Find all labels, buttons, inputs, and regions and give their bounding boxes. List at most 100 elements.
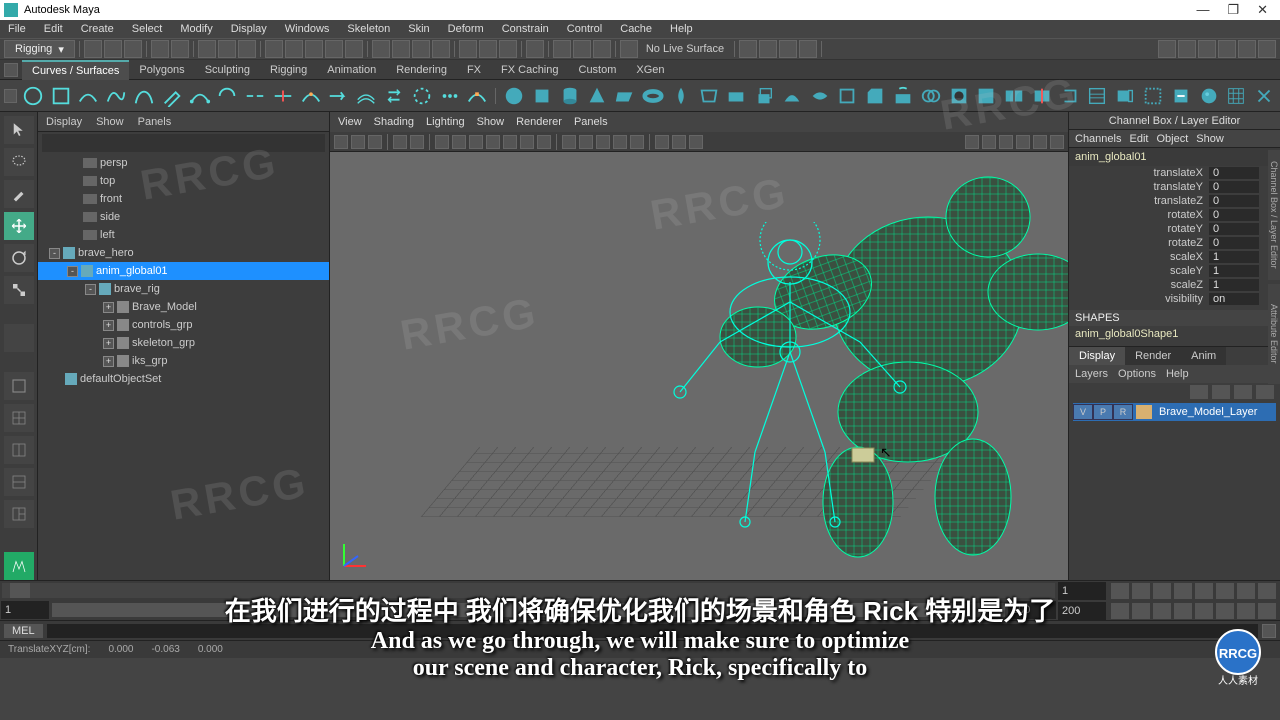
- attr-value-input[interactable]: 0: [1209, 237, 1259, 249]
- sym-y-icon[interactable]: [779, 40, 797, 58]
- step-forward-key-icon[interactable]: [1237, 583, 1255, 599]
- attr-label[interactable]: visibility: [1069, 293, 1209, 305]
- layer-playback-toggle[interactable]: P: [1093, 404, 1113, 420]
- layer-name-label[interactable]: Brave_Model_Layer: [1155, 406, 1257, 418]
- outliner-search-input[interactable]: [42, 134, 325, 152]
- vp-safe-title-icon[interactable]: [537, 135, 551, 149]
- input-icon[interactable]: [392, 40, 410, 58]
- step-forward-icon[interactable]: [1216, 583, 1234, 599]
- maximize-button[interactable]: ❐: [1227, 2, 1239, 18]
- vp-exposure-icon[interactable]: [965, 135, 979, 149]
- outliner-item[interactable]: top: [38, 172, 329, 190]
- attr-label[interactable]: rotateY: [1069, 223, 1209, 235]
- expand-toggle-icon[interactable]: +: [103, 356, 114, 367]
- outliner-item[interactable]: front: [38, 190, 329, 208]
- open-scene-icon[interactable]: [104, 40, 122, 58]
- lasso-tool[interactable]: [4, 148, 34, 176]
- outliner-item[interactable]: -brave_hero: [38, 244, 329, 262]
- menu-modify[interactable]: Modify: [176, 23, 216, 35]
- layer-move-down-icon[interactable]: [1212, 385, 1230, 399]
- mel-label[interactable]: MEL: [4, 624, 43, 638]
- vp-gamma-icon[interactable]: [982, 135, 996, 149]
- attr-label[interactable]: scaleX: [1069, 251, 1209, 263]
- set-key-icon[interactable]: [1153, 603, 1171, 619]
- panel-layout-icon[interactable]: [1158, 40, 1176, 58]
- sym-x-icon[interactable]: [759, 40, 777, 58]
- vp-wireframe-icon[interactable]: [562, 135, 576, 149]
- vp-select-cam-icon[interactable]: [334, 135, 348, 149]
- attr-label[interactable]: translateY: [1069, 181, 1209, 193]
- step-back-icon[interactable]: [1153, 583, 1171, 599]
- vp-field-chart-icon[interactable]: [503, 135, 517, 149]
- outliner-menu-show[interactable]: Show: [96, 116, 124, 128]
- outliner-item[interactable]: persp: [38, 154, 329, 172]
- step-back-key-icon[interactable]: [1132, 583, 1150, 599]
- attr-value-input[interactable]: on: [1209, 293, 1259, 305]
- birail-icon[interactable]: [780, 83, 804, 109]
- layer-tab-render[interactable]: Render: [1125, 347, 1181, 365]
- attr-value-input[interactable]: 0: [1209, 167, 1259, 179]
- bezier-icon[interactable]: [132, 83, 156, 109]
- menu-control[interactable]: Control: [563, 23, 606, 35]
- expand-toggle-icon[interactable]: -: [67, 266, 78, 277]
- vp-xray-joints-icon[interactable]: [689, 135, 703, 149]
- project-curve-icon[interactable]: [891, 83, 915, 109]
- shelf-tab-curves[interactable]: Curves / Surfaces: [22, 60, 129, 80]
- vp-textured-icon[interactable]: [596, 135, 610, 149]
- outliner-tree[interactable]: persptopfrontsideleft-brave_hero-anim_gl…: [38, 154, 329, 580]
- snap-grid-icon[interactable]: [265, 40, 283, 58]
- outliner-item[interactable]: left: [38, 226, 329, 244]
- go-start-icon[interactable]: [1111, 583, 1129, 599]
- menu-skin[interactable]: Skin: [404, 23, 433, 35]
- outliner-item[interactable]: +skeleton_grp: [38, 334, 329, 352]
- vp-2d-pan-icon[interactable]: [393, 135, 407, 149]
- outliner-item[interactable]: -brave_rig: [38, 280, 329, 298]
- anim-layer-icon[interactable]: [1216, 603, 1234, 619]
- sound-icon[interactable]: [1237, 603, 1255, 619]
- vp-bookmark-icon[interactable]: [351, 135, 365, 149]
- graph-editor-icon[interactable]: [1218, 40, 1236, 58]
- cb-tab-show[interactable]: Show: [1196, 133, 1224, 145]
- loft-icon[interactable]: [697, 83, 721, 109]
- add-points-icon[interactable]: [438, 83, 462, 109]
- two-pane-h-icon[interactable]: [4, 468, 34, 496]
- prefs-icon[interactable]: [1174, 603, 1192, 619]
- attr-value-input[interactable]: 0: [1209, 181, 1259, 193]
- untrim-icon[interactable]: [974, 83, 998, 109]
- attach-surf-icon[interactable]: [1002, 83, 1026, 109]
- lock-icon[interactable]: [526, 40, 544, 58]
- new-scene-icon[interactable]: [84, 40, 102, 58]
- reverse-curve-icon[interactable]: [382, 83, 406, 109]
- expand-toggle-icon[interactable]: +: [103, 338, 114, 349]
- layer-tab-display[interactable]: Display: [1069, 347, 1125, 365]
- vp-view-transform-icon[interactable]: [999, 135, 1013, 149]
- layer-row[interactable]: V P R Brave_Model_Layer: [1073, 403, 1276, 421]
- vp-menu-shading[interactable]: Shading: [374, 116, 414, 128]
- nurbs-sphere-icon[interactable]: [502, 83, 526, 109]
- menu-windows[interactable]: Windows: [281, 23, 334, 35]
- vp-menu-show[interactable]: Show: [477, 116, 505, 128]
- reverse-surf-icon[interactable]: [1169, 83, 1193, 109]
- menu-constrain[interactable]: Constrain: [498, 23, 553, 35]
- sym-icon[interactable]: [739, 40, 757, 58]
- expand-toggle-icon[interactable]: +: [103, 302, 114, 313]
- curve-edit-icon[interactable]: [465, 83, 489, 109]
- attr-value-input[interactable]: 0: [1209, 223, 1259, 235]
- vp-safe-action-icon[interactable]: [520, 135, 534, 149]
- shelf-tab-sculpting[interactable]: Sculpting: [195, 61, 260, 79]
- expand-toggle-icon[interactable]: -: [85, 284, 96, 295]
- account-icon[interactable]: [1258, 40, 1276, 58]
- attr-label[interactable]: translateX: [1069, 167, 1209, 179]
- extend-curve-icon[interactable]: [327, 83, 351, 109]
- shelf-tab-xgen[interactable]: XGen: [626, 61, 674, 79]
- layer-visible-toggle[interactable]: V: [1073, 404, 1093, 420]
- attr-value-input[interactable]: 1: [1209, 265, 1259, 277]
- menu-deform[interactable]: Deform: [444, 23, 488, 35]
- bevel-icon[interactable]: [863, 83, 887, 109]
- single-pane-icon[interactable]: [4, 372, 34, 400]
- auto-key-icon[interactable]: [1132, 603, 1150, 619]
- outliner-item[interactable]: +controls_grp: [38, 316, 329, 334]
- playblast-icon[interactable]: [1258, 603, 1276, 619]
- undo-icon[interactable]: [151, 40, 169, 58]
- snap-curve-icon[interactable]: [285, 40, 303, 58]
